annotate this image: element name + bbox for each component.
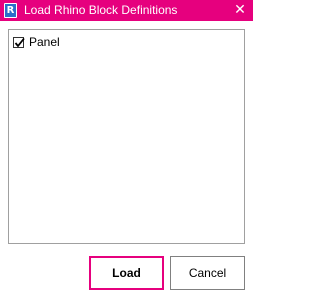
- list-item-label: Panel: [29, 35, 60, 49]
- revit-app-icon: R: [4, 3, 17, 18]
- window-title: Load Rhino Block Definitions: [24, 3, 178, 17]
- checkmark-icon: [14, 37, 25, 48]
- close-icon[interactable]: ✕: [227, 0, 253, 21]
- block-definitions-list[interactable]: Panel: [8, 29, 245, 244]
- app-icon-letter: R: [5, 4, 16, 17]
- dialog-window: R Load Rhino Block Definitions ✕ Panel L…: [0, 0, 253, 300]
- load-button[interactable]: Load: [89, 256, 164, 290]
- title-bar[interactable]: R Load Rhino Block Definitions ✕: [0, 0, 253, 21]
- cancel-button[interactable]: Cancel: [170, 256, 245, 290]
- list-item[interactable]: Panel: [13, 35, 60, 50]
- panel-checkbox[interactable]: [13, 37, 25, 48]
